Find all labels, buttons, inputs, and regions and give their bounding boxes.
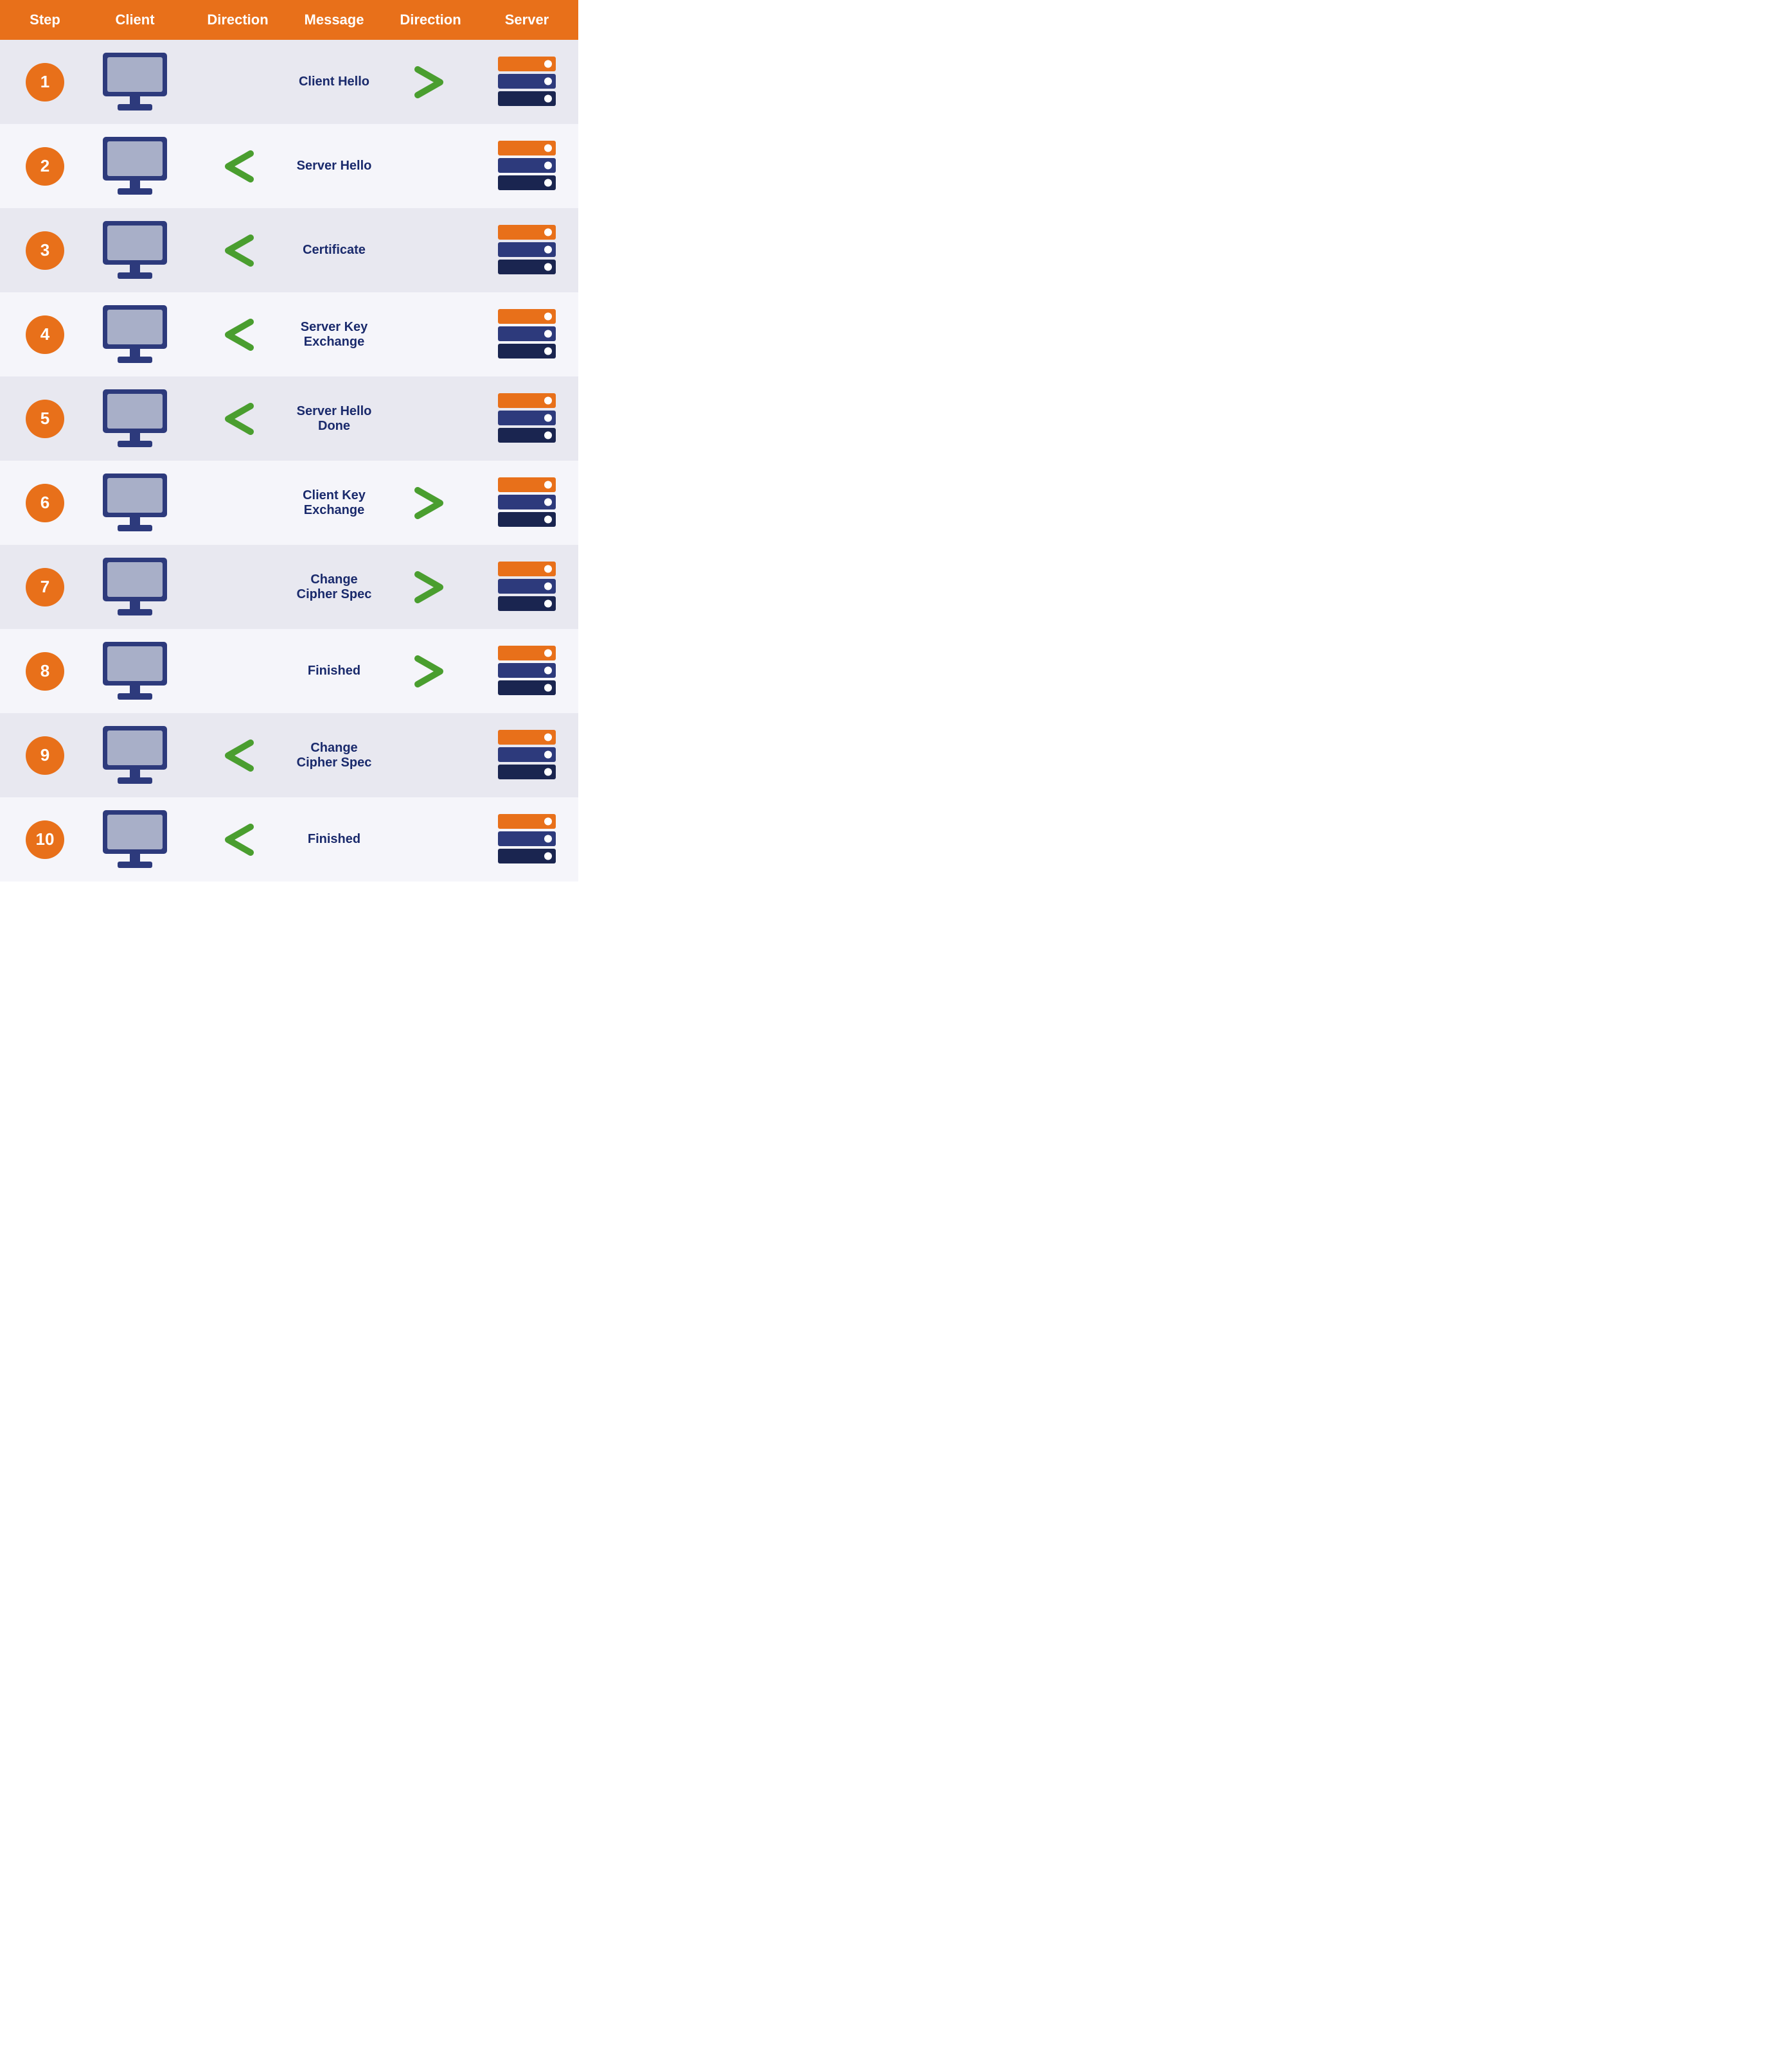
server-cell bbox=[482, 141, 572, 192]
step-badge: 6 bbox=[26, 484, 64, 522]
direction-left-cell bbox=[186, 400, 289, 438]
step-cell: 4 bbox=[6, 315, 84, 354]
table-row: 1 Client Hello bbox=[0, 40, 578, 124]
message-cell: Change Cipher Spec bbox=[289, 572, 379, 602]
table-row: 4 Server Key Exchange bbox=[0, 292, 578, 376]
table-row: 9 Change Cipher Spec bbox=[0, 713, 578, 797]
header-step: Step bbox=[6, 12, 84, 28]
direction-left-cell bbox=[186, 231, 289, 270]
client-cell bbox=[84, 809, 186, 870]
direction-left-cell bbox=[186, 820, 289, 859]
direction-right-cell bbox=[379, 484, 482, 522]
step-badge: 5 bbox=[26, 400, 64, 438]
client-cell bbox=[84, 388, 186, 449]
step-cell: 1 bbox=[6, 63, 84, 102]
table-row: 2 Server Hello bbox=[0, 124, 578, 208]
client-cell bbox=[84, 304, 186, 365]
table-row: 7 Change Cipher Spec bbox=[0, 545, 578, 629]
server-cell bbox=[482, 814, 572, 865]
message-cell: Change Cipher Spec bbox=[289, 741, 379, 770]
step-cell: 9 bbox=[6, 736, 84, 775]
client-cell bbox=[84, 472, 186, 533]
table-row: 5 Server Hello Done bbox=[0, 376, 578, 461]
step-cell: 2 bbox=[6, 147, 84, 186]
server-cell bbox=[482, 57, 572, 108]
client-cell bbox=[84, 641, 186, 702]
table-body: 1 Client Hello bbox=[0, 40, 578, 881]
client-cell bbox=[84, 51, 186, 112]
message-cell: Server Hello bbox=[289, 159, 379, 173]
server-cell bbox=[482, 562, 572, 613]
step-cell: 10 bbox=[6, 820, 84, 859]
client-cell bbox=[84, 136, 186, 197]
message-cell: Finished bbox=[289, 664, 379, 678]
direction-left-cell bbox=[186, 736, 289, 775]
message-cell: Finished bbox=[289, 832, 379, 847]
server-cell bbox=[482, 730, 572, 781]
step-cell: 5 bbox=[6, 400, 84, 438]
header-client: Client bbox=[84, 12, 186, 28]
step-badge: 1 bbox=[26, 63, 64, 102]
server-cell bbox=[482, 477, 572, 529]
table-header: Step Client Direction Message Direction … bbox=[0, 0, 578, 40]
step-cell: 6 bbox=[6, 484, 84, 522]
table-row: 8 Finished bbox=[0, 629, 578, 713]
header-direction-right: Direction bbox=[379, 12, 482, 28]
step-badge: 8 bbox=[26, 652, 64, 691]
message-cell: Client Hello bbox=[289, 75, 379, 89]
table-row: 3 Certificate bbox=[0, 208, 578, 292]
step-badge: 3 bbox=[26, 231, 64, 270]
step-badge: 7 bbox=[26, 568, 64, 606]
server-cell bbox=[482, 309, 572, 360]
client-cell bbox=[84, 725, 186, 786]
step-cell: 7 bbox=[6, 568, 84, 606]
step-badge: 9 bbox=[26, 736, 64, 775]
direction-left-cell bbox=[186, 147, 289, 186]
step-badge: 4 bbox=[26, 315, 64, 354]
message-cell: Server Hello Done bbox=[289, 404, 379, 434]
header-server: Server bbox=[482, 12, 572, 28]
table-container: Step Client Direction Message Direction … bbox=[0, 0, 578, 881]
header-message: Message bbox=[289, 12, 379, 28]
message-cell: Certificate bbox=[289, 243, 379, 258]
direction-right-cell bbox=[379, 568, 482, 606]
table-row: 6 Client Key Exchange bbox=[0, 461, 578, 545]
step-badge: 2 bbox=[26, 147, 64, 186]
direction-right-cell bbox=[379, 652, 482, 691]
server-cell bbox=[482, 646, 572, 697]
server-cell bbox=[482, 393, 572, 445]
direction-right-cell bbox=[379, 63, 482, 102]
client-cell bbox=[84, 556, 186, 617]
server-cell bbox=[482, 225, 572, 276]
step-cell: 8 bbox=[6, 652, 84, 691]
header-direction-left: Direction bbox=[186, 12, 289, 28]
table-row: 10 Finished bbox=[0, 797, 578, 881]
message-cell: Client Key Exchange bbox=[289, 488, 379, 518]
message-cell: Server Key Exchange bbox=[289, 320, 379, 350]
direction-left-cell bbox=[186, 315, 289, 354]
step-badge: 10 bbox=[26, 820, 64, 859]
client-cell bbox=[84, 220, 186, 281]
step-cell: 3 bbox=[6, 231, 84, 270]
